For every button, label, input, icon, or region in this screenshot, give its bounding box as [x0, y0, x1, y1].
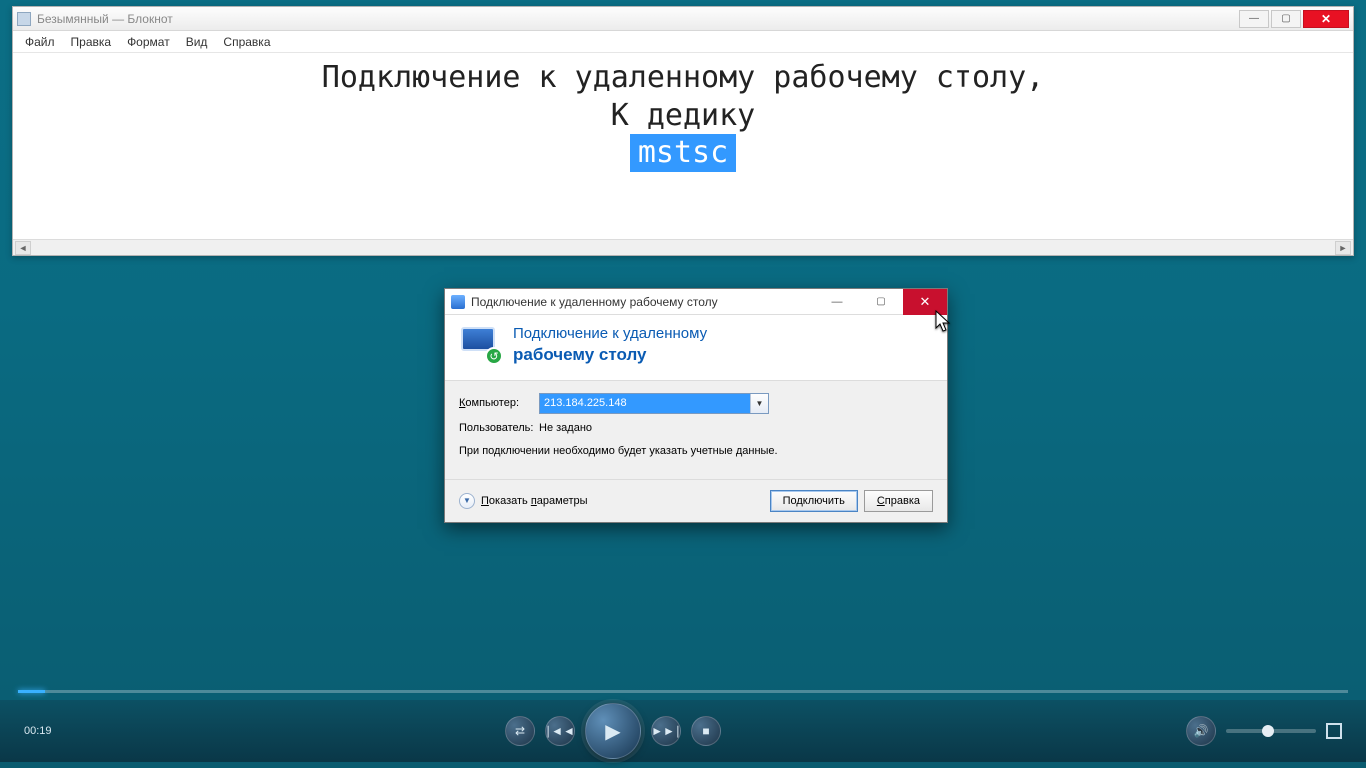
notepad-line-3: mstsc [25, 134, 1341, 172]
notepad-selection: mstsc [630, 134, 736, 172]
mute-button[interactable]: 🔊 [1186, 716, 1216, 746]
rdp-header-line1: Подключение к удаленному [513, 325, 707, 344]
rdp-window-title: Подключение к удаленному рабочему столу [471, 295, 718, 309]
maximize-button[interactable]: ▢ [1271, 10, 1301, 28]
help-button[interactable]: СправкаСправка [864, 490, 933, 512]
notepad-icon [17, 12, 31, 26]
media-player-bar: 00:19 ⇄ ∣◄◄ ▶ ►►∣ ■ 🔊 [0, 690, 1366, 768]
fullscreen-button[interactable] [1326, 723, 1342, 739]
notepad-line-1: Подключение к удаленному рабочему столу, [25, 59, 1341, 97]
show-options-toggle[interactable]: ▼ Показать параметры Показать параметры [459, 493, 588, 509]
chevron-down-icon: ▼ [459, 493, 475, 509]
stop-button[interactable]: ■ [691, 716, 721, 746]
rdp-app-icon [451, 295, 465, 309]
next-button[interactable]: ►►∣ [651, 716, 681, 746]
notepad-scrollbar-horizontal[interactable]: ◄ ► [13, 239, 1353, 255]
computer-value[interactable]: 213.184.225.148 [540, 394, 750, 413]
close-button[interactable]: ✕ [1303, 10, 1349, 28]
rdp-close-button[interactable] [903, 289, 947, 315]
minimize-button[interactable]: — [1239, 10, 1269, 28]
playback-time: 00:19 [0, 725, 120, 737]
menu-view[interactable]: Вид [180, 33, 214, 51]
scroll-right-icon[interactable]: ► [1335, 241, 1351, 255]
notepad-title: Безымянный — Блокнот [37, 12, 173, 26]
rdp-header: ↺ Подключение к удаленному рабочему стол… [445, 315, 947, 381]
volume-knob[interactable] [1262, 725, 1274, 737]
seek-bar[interactable] [18, 690, 1348, 693]
rdp-monitor-icon: ↺ [459, 325, 503, 365]
rdp-dialog: Подключение к удаленному рабочему столу … [444, 288, 948, 523]
rdp-minimize-button[interactable] [815, 289, 859, 315]
play-button[interactable]: ▶ [585, 703, 641, 759]
connect-button[interactable]: Подключить [770, 490, 858, 512]
rdp-maximize-button[interactable] [859, 289, 903, 315]
seek-progress [18, 690, 45, 693]
notepad-textarea[interactable]: Подключение к удаленному рабочему столу,… [13, 53, 1353, 239]
volume-slider[interactable] [1226, 729, 1316, 733]
chevron-down-icon[interactable]: ▼ [750, 394, 768, 413]
menu-file[interactable]: Файл [19, 33, 61, 51]
rdp-connect-badge-icon: ↺ [485, 347, 503, 365]
notepad-line-2: К дедику [25, 97, 1341, 135]
menu-help[interactable]: Справка [217, 33, 276, 51]
menu-edit[interactable]: Правка [65, 33, 118, 51]
notepad-window: Безымянный — Блокнот — ▢ ✕ Файл Правка Ф… [12, 6, 1354, 256]
computer-label: ККомпьютер:омпьютер: [459, 397, 539, 409]
shuffle-button[interactable]: ⇄ [505, 716, 535, 746]
show-options-label: Показать параметры [481, 495, 588, 507]
user-label: Пользователь: [459, 422, 539, 434]
notepad-titlebar[interactable]: Безымянный — Блокнот — ▢ ✕ [13, 7, 1353, 31]
rdp-header-line2: рабочему столу [513, 345, 646, 364]
computer-combo[interactable]: 213.184.225.148 ▼ [539, 393, 769, 414]
credentials-note: При подключении необходимо будет указать… [459, 444, 933, 459]
rdp-titlebar[interactable]: Подключение к удаленному рабочему столу [445, 289, 947, 315]
user-value: Не задано [539, 422, 592, 434]
notepad-menubar: Файл Правка Формат Вид Справка [13, 31, 1353, 53]
prev-button[interactable]: ∣◄◄ [545, 716, 575, 746]
scroll-left-icon[interactable]: ◄ [15, 241, 31, 255]
menu-format[interactable]: Формат [121, 33, 176, 51]
